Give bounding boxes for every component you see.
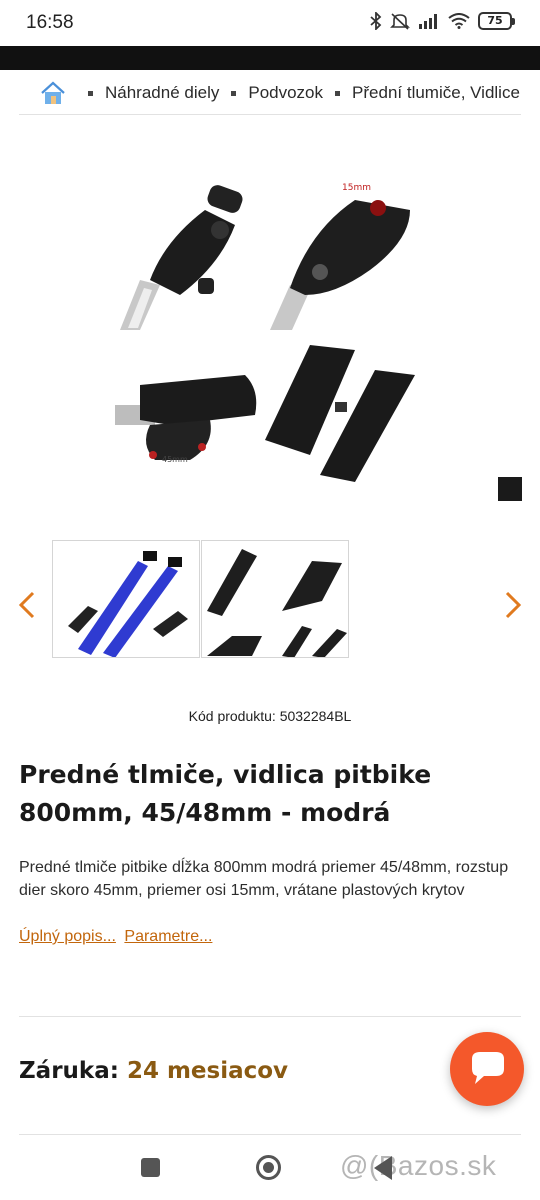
divider <box>19 1134 521 1135</box>
site-header-bar <box>0 46 540 70</box>
mute-icon <box>390 13 410 30</box>
status-icons: 75 <box>370 12 515 30</box>
chevron-left-icon[interactable] <box>16 590 38 620</box>
home-icon[interactable] <box>40 81 66 105</box>
home-nav-icon[interactable] <box>256 1155 281 1180</box>
watermark: @(Bazos.sk <box>340 1150 497 1181</box>
thumbnail-fork-parts[interactable] <box>201 540 349 658</box>
battery-icon: 75 <box>478 12 515 30</box>
breadcrumb-separator <box>335 90 341 96</box>
back-icon[interactable] <box>374 1156 392 1180</box>
main-product-image[interactable]: 15mm 45mm <box>110 170 430 500</box>
full-description-link[interactable]: Úplný popis... <box>19 928 116 945</box>
breadcrumb-item-front-forks[interactable]: Přední tlumiče, Vidlice <box>352 83 520 103</box>
recent-apps-icon[interactable] <box>141 1158 160 1177</box>
warranty-label: Záruka: <box>19 1058 119 1084</box>
image-label-15mm: 15mm <box>342 183 371 193</box>
thumbnail-image <box>207 549 347 657</box>
image-label-45mm: 45mm <box>162 455 188 464</box>
product-code: Kód produktu: 5032284BL <box>188 708 352 724</box>
chevron-right-icon[interactable] <box>502 590 524 620</box>
breadcrumb-separator <box>231 90 237 96</box>
bluetooth-icon <box>370 12 382 30</box>
breadcrumb-item-spare-parts[interactable]: Náhradné diely <box>105 83 219 103</box>
description-links: Úplný popis... Parametre... <box>19 928 216 946</box>
warranty-value: 24 mesiacov <box>126 1058 289 1084</box>
wifi-icon <box>448 13 470 29</box>
breadcrumb-item-chassis[interactable]: Podvozok <box>248 83 323 103</box>
divider <box>19 1016 521 1017</box>
warranty: Záruka: 24 mesiacov <box>19 1058 288 1084</box>
signal-icon <box>419 14 437 29</box>
status-time: 16:58 <box>26 12 74 33</box>
product-title: Predné tlmiče, vidlica pitbike 800mm, 45… <box>19 760 432 827</box>
status-bar: 16:58 75 <box>0 0 540 46</box>
chat-button[interactable] <box>450 1032 524 1106</box>
breadcrumb: Náhradné diely Podvozok Přední tlumiče, … <box>40 78 520 108</box>
divider <box>19 114 521 115</box>
system-nav-bar: @(Bazos.sk <box>0 1140 540 1200</box>
thumbnail-blue-forks[interactable] <box>52 540 200 658</box>
parameters-link[interactable]: Parametre... <box>124 928 212 945</box>
product-description: Predné tlmiče pitbike dĺžka 800mm modrá … <box>19 859 509 899</box>
chat-bubble-icon <box>472 1052 504 1084</box>
breadcrumb-separator <box>88 90 93 96</box>
thumbnail-image <box>68 551 188 657</box>
gallery-grid-icon[interactable] <box>498 477 522 501</box>
